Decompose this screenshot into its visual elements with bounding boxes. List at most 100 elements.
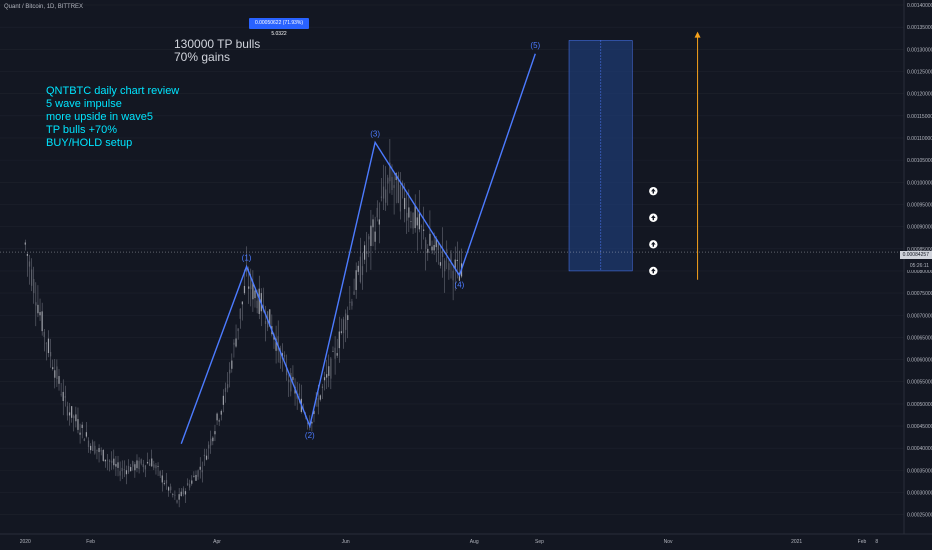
candle-body xyxy=(393,185,395,188)
candle-body xyxy=(437,243,439,251)
candle-body xyxy=(41,311,43,332)
price-chart[interactable]: (1) (2) (3) (4) (5) 0.00140000 0.00135000 0.00… xyxy=(0,0,932,550)
candle-body xyxy=(376,207,378,218)
candle-body xyxy=(456,259,458,261)
candle-body xyxy=(380,196,383,198)
candle-body xyxy=(212,437,214,442)
candle-body xyxy=(349,301,351,303)
candle-body xyxy=(420,225,423,228)
candle-body xyxy=(163,483,165,485)
bar-countdown: 05:26:11 xyxy=(906,262,932,270)
x-tick-label: 8 xyxy=(875,539,878,545)
candle-body xyxy=(370,225,372,246)
candle-body xyxy=(378,219,380,225)
candle-body xyxy=(117,462,119,468)
candle-body xyxy=(138,460,140,470)
y-tick-label: 0.00125000 xyxy=(907,69,932,75)
candle-body xyxy=(342,319,345,334)
candle-body xyxy=(176,500,178,503)
candle-body xyxy=(319,395,321,400)
candle-body xyxy=(328,366,330,376)
candle-body xyxy=(448,263,450,270)
candle-body xyxy=(62,391,64,402)
candle-body xyxy=(56,366,58,380)
x-tick-label: Jun xyxy=(342,539,350,545)
candle-body xyxy=(111,460,113,463)
candle-body xyxy=(73,415,75,419)
candle-body xyxy=(229,369,231,374)
candle-body xyxy=(167,487,170,491)
candle-body xyxy=(201,470,203,473)
candle-body xyxy=(452,270,454,281)
y-tick-label: 0.00030000 xyxy=(907,491,932,497)
candle-body xyxy=(216,413,218,421)
candle-body xyxy=(418,213,420,230)
candle-body xyxy=(54,370,56,378)
candle-body xyxy=(222,395,224,405)
candle-body xyxy=(425,239,427,249)
candle-body xyxy=(43,331,45,337)
y-tick-label: 0.00100000 xyxy=(907,180,932,186)
candle-body xyxy=(113,458,115,466)
candle-body xyxy=(146,462,149,464)
y-tick-label: 0.00050000 xyxy=(907,402,932,408)
candle-body xyxy=(35,302,37,306)
up-arrow-icon xyxy=(649,186,658,196)
candle-body xyxy=(75,414,77,422)
candle-body xyxy=(71,406,73,418)
candle-body xyxy=(372,219,374,228)
candle-body xyxy=(363,245,366,260)
candle-body xyxy=(288,379,290,383)
chart-note-left[interactable]: QNTBTC daily chart review 5 wave impulse… xyxy=(46,85,179,150)
candle-body xyxy=(172,494,174,495)
candle-body xyxy=(24,242,26,245)
chart-note-top[interactable]: 130000 TP bulls 70% gains xyxy=(174,38,260,64)
candle-body xyxy=(256,300,258,309)
y-tick-label: 0.00060000 xyxy=(907,358,932,364)
up-arrow-icon xyxy=(649,240,658,249)
candle-body xyxy=(161,475,163,483)
candle-body xyxy=(351,301,353,306)
candle-body xyxy=(81,424,83,428)
x-tick-label: Nov xyxy=(664,539,673,545)
candle-body xyxy=(404,197,406,210)
candle-body xyxy=(317,397,319,407)
candle-body xyxy=(326,374,328,378)
candle-body xyxy=(235,338,237,347)
current-price-tag: 0.00084257 xyxy=(899,251,932,259)
y-tick-label: 0.00040000 xyxy=(907,446,932,452)
y-tick-label: 0.00130000 xyxy=(907,47,932,53)
candle-body xyxy=(115,464,117,467)
candle-body xyxy=(391,176,393,191)
candle-body xyxy=(132,461,134,467)
candle-body xyxy=(85,432,88,437)
candle-body xyxy=(90,445,92,451)
candle-body xyxy=(193,475,195,477)
candle-body xyxy=(134,464,136,471)
measure-label[interactable]: 0.00050622 (71.93%) 5.0322 xyxy=(249,18,309,37)
candle-body xyxy=(385,189,387,203)
candle-body xyxy=(336,353,338,356)
candle-body xyxy=(203,454,206,457)
candle-body xyxy=(184,491,187,495)
candle-body xyxy=(205,455,208,460)
candle-body xyxy=(340,331,343,333)
x-tick-label: Feb xyxy=(858,539,867,545)
candle-body xyxy=(220,410,222,415)
y-tick-label: 0.00140000 xyxy=(907,3,932,9)
candle-body xyxy=(298,393,300,395)
candle-body xyxy=(427,248,429,253)
y-tick-label: 0.00025000 xyxy=(907,513,932,519)
candle-body xyxy=(123,469,125,470)
x-tick-label: Aug xyxy=(470,539,479,545)
candle-body xyxy=(292,376,294,380)
candle-body xyxy=(47,338,50,353)
x-tick-label: Apr xyxy=(213,539,221,545)
candle-body xyxy=(100,450,102,452)
wave-label: (4) xyxy=(455,280,465,289)
candle-body xyxy=(157,465,159,467)
y-tick-label: 0.00135000 xyxy=(907,25,932,31)
chart-background xyxy=(0,0,932,550)
candle-body xyxy=(321,386,324,388)
candle-body xyxy=(102,449,104,461)
